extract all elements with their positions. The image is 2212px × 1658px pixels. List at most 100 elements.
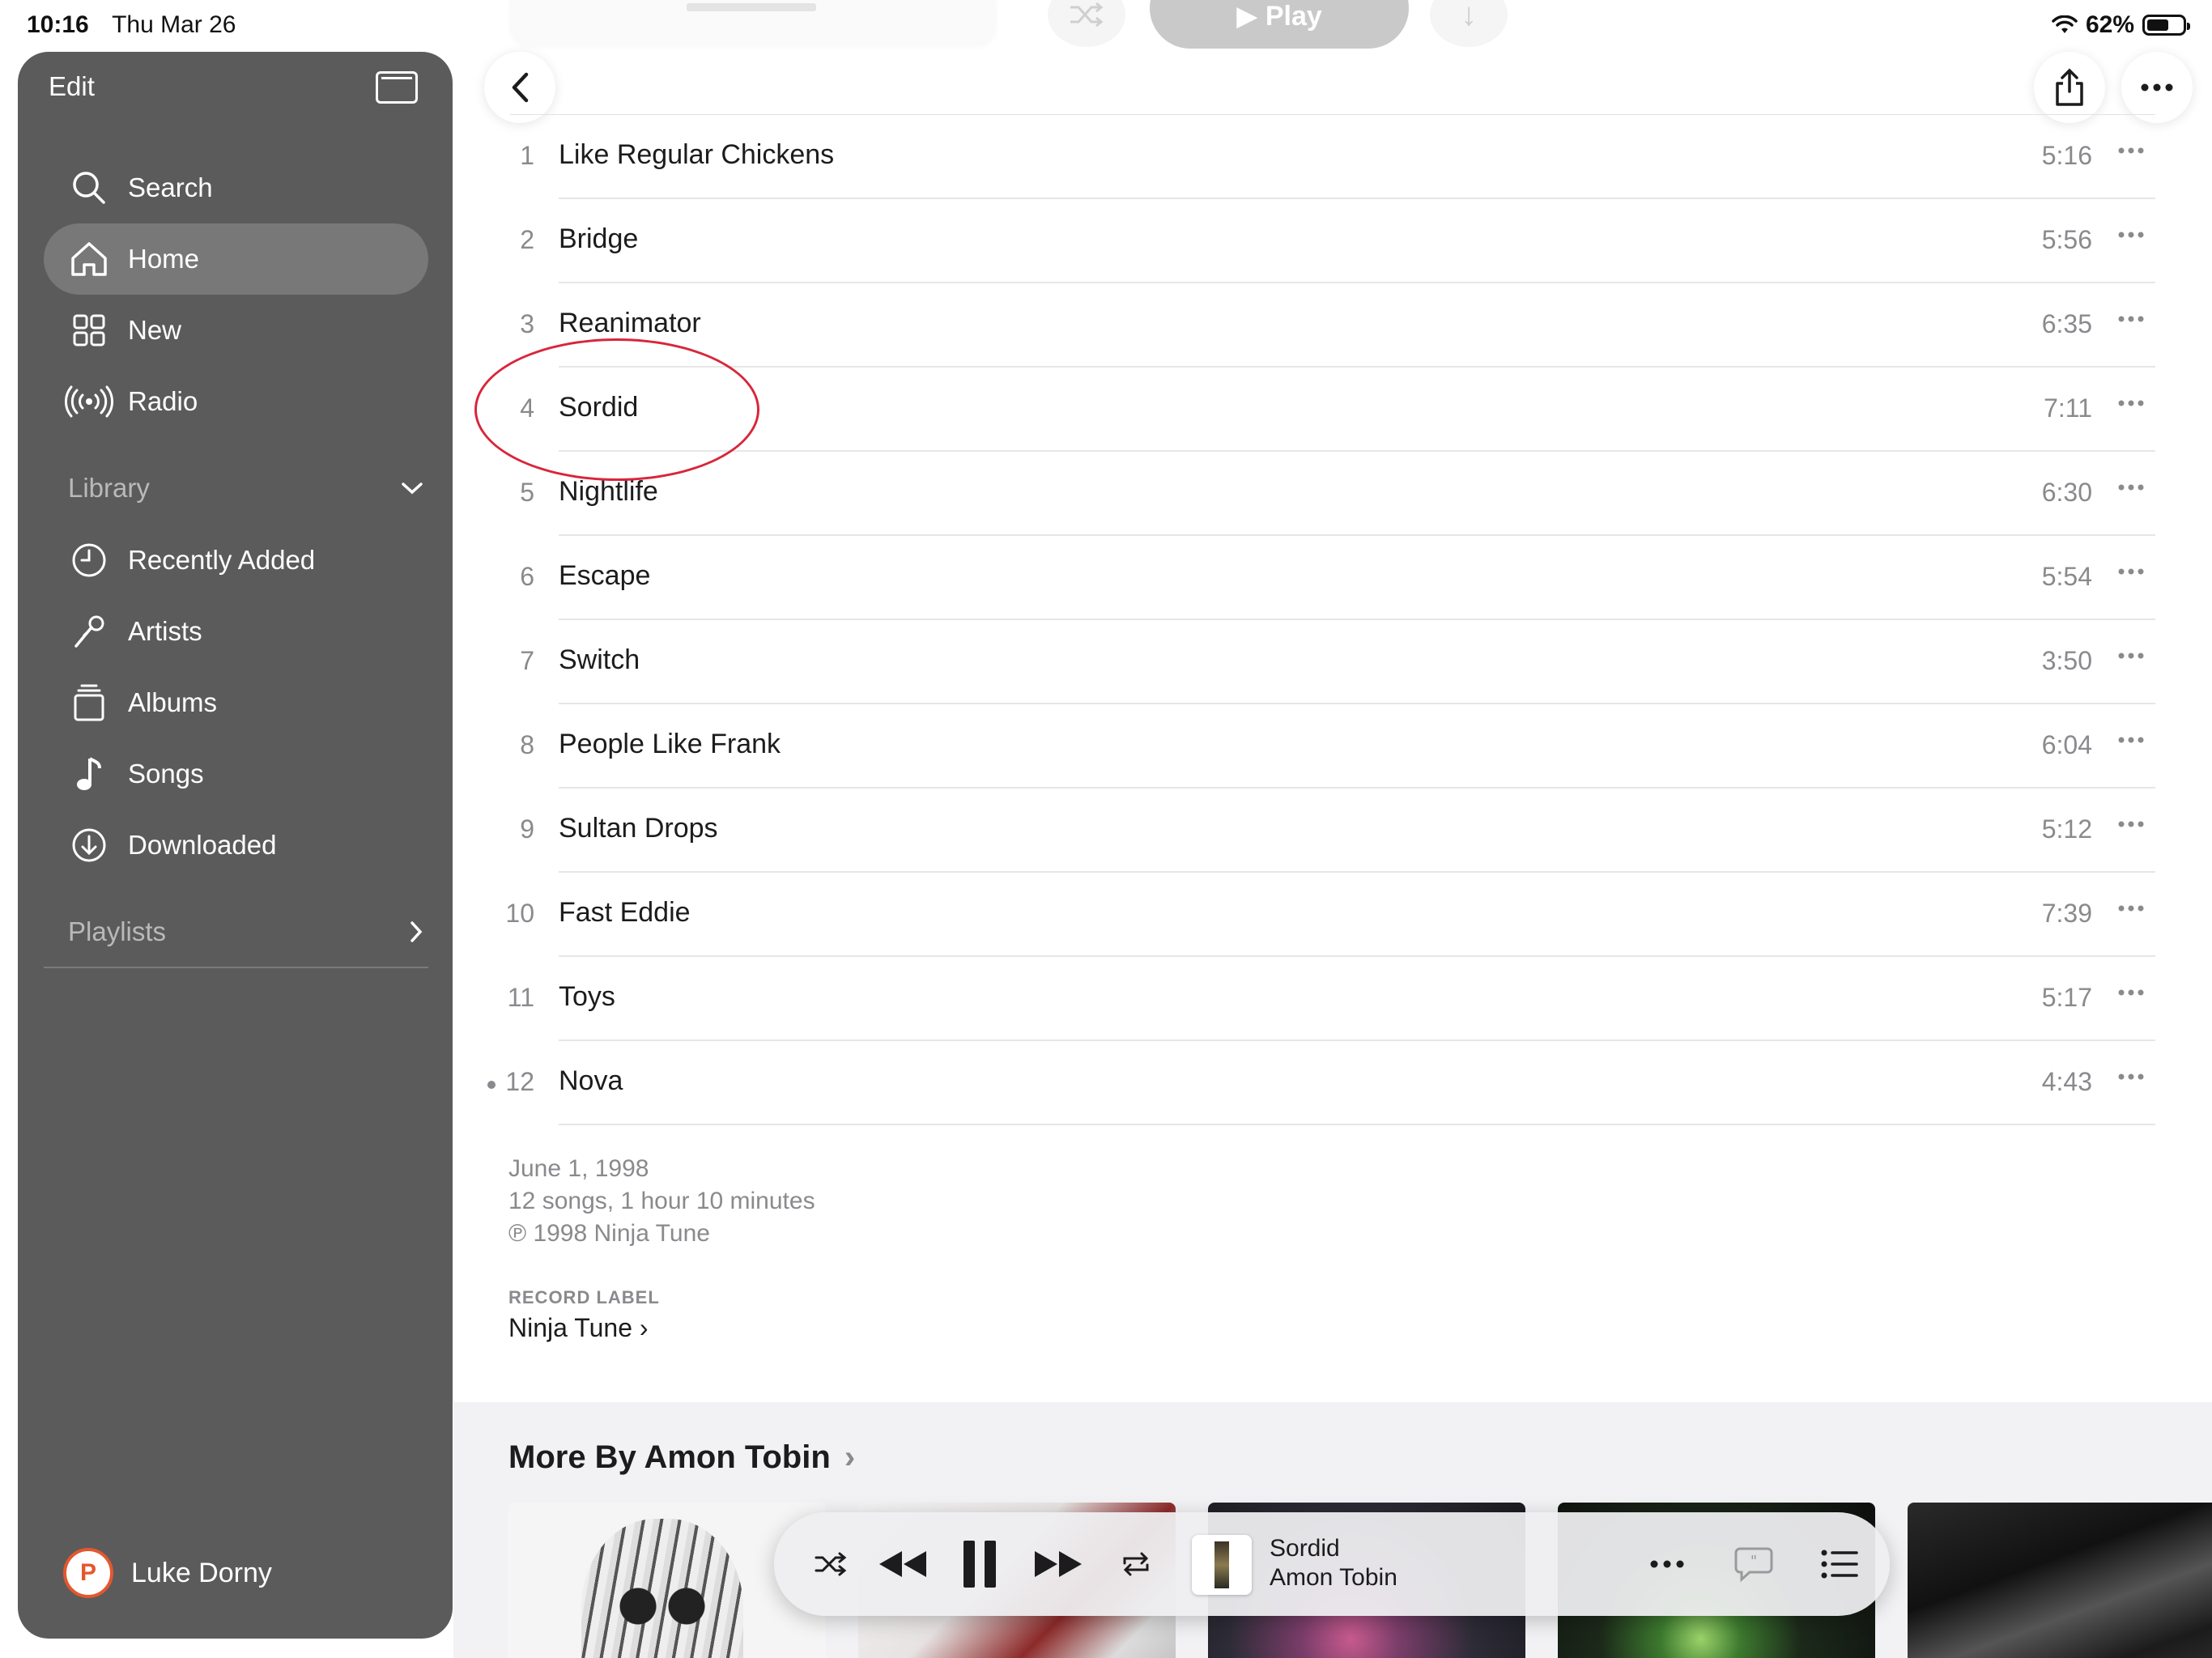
more-options-button[interactable] <box>2121 52 2193 123</box>
track-more-button[interactable] <box>2115 975 2147 1007</box>
share-button[interactable] <box>2034 52 2105 123</box>
lyrics-bubble-icon: " <box>1734 1547 1773 1583</box>
now-playing-artist[interactable]: Amon Tobin <box>1270 1564 1397 1592</box>
track-row[interactable]: 9 Sultan Drops 5:12 <box>486 789 2155 873</box>
track-more-button[interactable] <box>2115 638 2147 670</box>
more-by-header[interactable]: More By Amon Tobin › <box>508 1439 855 1476</box>
sidebar-item-new[interactable]: New <box>44 295 428 366</box>
track-duration: 5:56 <box>2041 225 2092 254</box>
track-more-button[interactable] <box>2115 1059 2147 1091</box>
play-button-faded[interactable]: ▶ Play <box>1150 0 1409 49</box>
album-header-faded <box>510 0 996 45</box>
status-date: Thu Mar 26 <box>112 11 236 38</box>
chevron-down-icon <box>402 483 423 495</box>
track-more-button[interactable] <box>2115 133 2147 165</box>
chevron-right-icon: › <box>844 1439 856 1475</box>
sidebar-item-label: Downloaded <box>128 830 277 860</box>
record-label-link[interactable]: Ninja Tune › <box>508 1313 649 1343</box>
track-row[interactable]: 10 Fast Eddie 7:39 <box>486 873 2155 957</box>
sidebar-item-albums[interactable]: Albums <box>44 667 428 738</box>
ellipsis-icon <box>2118 484 2144 491</box>
track-row[interactable]: 3 Reanimator 6:35 <box>486 283 2155 368</box>
download-button-faded[interactable]: ↓ <box>1430 0 1508 47</box>
ellipsis-icon <box>1650 1560 1684 1568</box>
track-title: Toys <box>559 981 615 1012</box>
track-row[interactable]: 6 Escape 5:54 <box>486 536 2155 620</box>
now-playing-title[interactable]: Sordid <box>1270 1535 1340 1562</box>
repeat-icon <box>1123 1552 1149 1576</box>
sidebar-item-label: Search <box>128 172 213 202</box>
sidebar-divider <box>44 967 428 968</box>
back-button[interactable] <box>484 52 555 123</box>
sidebar-item-label: Albums <box>128 687 218 717</box>
track-title: Reanimator <box>559 308 701 338</box>
pause-icon <box>963 1541 996 1588</box>
microphone-icon <box>65 614 113 649</box>
track-more-button[interactable] <box>2115 806 2147 839</box>
shuffle-icon <box>1070 2 1104 28</box>
track-row[interactable]: 12 Nova 4:43 <box>486 1041 2155 1125</box>
ellipsis-icon <box>2118 905 2144 912</box>
sidebar-item-recently-added[interactable]: Recently Added <box>44 525 428 596</box>
track-more-button[interactable] <box>2115 301 2147 334</box>
track-title: Bridge <box>559 223 639 254</box>
play-label: Play <box>1265 1 1322 32</box>
track-row[interactable]: 1 Like Regular Chickens 5:16 <box>486 115 2155 199</box>
more-by-title: More By Amon Tobin <box>508 1439 831 1475</box>
sidebar-item-artists[interactable]: Artists <box>44 596 428 667</box>
track-number: 2 <box>520 225 534 254</box>
sidebar-toggle-icon[interactable] <box>376 71 418 104</box>
ellipsis-icon <box>2118 737 2144 743</box>
ellipsis-icon <box>2118 400 2144 406</box>
player-more-button[interactable] <box>1645 1540 1689 1588</box>
chevron-right-icon: › <box>639 1313 649 1342</box>
track-row[interactable]: 5 Nightlife 6:30 <box>486 452 2155 536</box>
queue-button[interactable] <box>1817 1540 1862 1588</box>
track-more-button[interactable] <box>2115 722 2147 755</box>
track-title: Fast Eddie <box>559 897 691 928</box>
library-section-header[interactable]: Library <box>68 473 424 504</box>
track-number: 11 <box>507 983 534 1012</box>
shuffle-button[interactable] <box>808 1540 853 1588</box>
track-row[interactable]: 11 Toys 5:17 <box>486 957 2155 1041</box>
track-title: Nova <box>559 1065 623 1096</box>
track-more-button[interactable] <box>2115 217 2147 249</box>
sidebar-item-songs[interactable]: Songs <box>44 738 428 810</box>
mini-player: Sordid Amon Tobin " <box>774 1512 1890 1616</box>
user-name: Luke Dorny <box>131 1557 272 1588</box>
next-button[interactable] <box>1030 1540 1087 1588</box>
library-label: Library <box>68 473 150 503</box>
wifi-icon <box>2052 15 2078 33</box>
track-number: 1 <box>520 141 534 170</box>
repeat-button[interactable] <box>1116 1540 1156 1588</box>
track-more-button[interactable] <box>2115 470 2147 502</box>
grid-icon <box>65 313 113 347</box>
track-more-button[interactable] <box>2115 891 2147 923</box>
shuffle-button-faded[interactable] <box>1048 0 1125 47</box>
pause-button[interactable] <box>955 1540 1004 1588</box>
track-duration: 3:50 <box>2041 646 2092 675</box>
track-row[interactable]: 8 People Like Frank 6:04 <box>486 704 2155 789</box>
music-note-icon <box>65 755 113 793</box>
user-profile[interactable]: P Luke Dorny <box>63 1548 272 1598</box>
sidebar-item-label: Artists <box>128 616 202 646</box>
track-more-button[interactable] <box>2115 554 2147 586</box>
album-artwork[interactable] <box>1908 1503 2212 1658</box>
ellipsis-icon <box>2118 568 2144 575</box>
sidebar-item-radio[interactable]: Radio <box>44 366 428 437</box>
sidebar-item-search[interactable]: Search <box>44 152 428 223</box>
now-playing-artwork[interactable] <box>1192 1535 1252 1595</box>
track-more-button[interactable] <box>2115 385 2147 418</box>
track-title: Like Regular Chickens <box>559 139 835 170</box>
status-bar-right: 62% <box>2052 11 2190 39</box>
track-row[interactable]: 2 Bridge 5:56 <box>486 199 2155 283</box>
battery-icon <box>2142 15 2190 36</box>
playlists-section-header[interactable]: Playlists <box>68 916 424 947</box>
lyrics-button[interactable]: " <box>1729 1540 1778 1588</box>
track-row[interactable]: 7 Switch 3:50 <box>486 620 2155 704</box>
previous-button[interactable] <box>874 1540 931 1588</box>
sidebar-item-home[interactable]: Home <box>44 223 428 295</box>
track-number: 5 <box>520 478 534 507</box>
edit-button[interactable]: Edit <box>49 71 95 102</box>
sidebar-item-downloaded[interactable]: Downloaded <box>44 810 428 881</box>
